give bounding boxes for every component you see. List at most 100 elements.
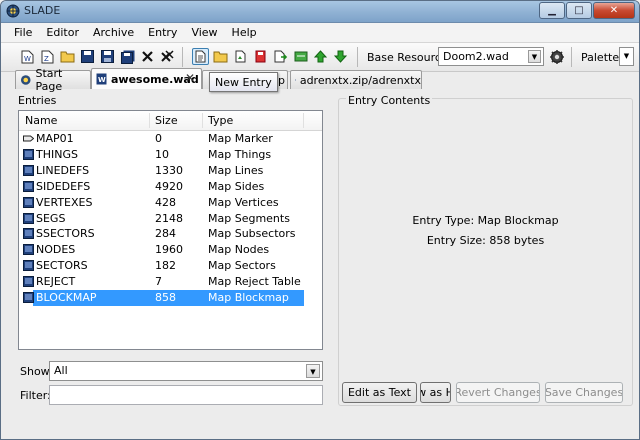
entry-row[interactable]: REJECT 7 Map Reject Table: [19, 274, 304, 290]
chevron-down-icon: ▼: [306, 364, 320, 378]
new-directory-button[interactable]: [212, 48, 229, 65]
arrow-up-icon: [314, 50, 327, 63]
tab-adrenxtx[interactable]: W adrenxtx.zip/adrenxtx: [290, 70, 422, 89]
menu-archive[interactable]: Archive: [87, 26, 142, 39]
palette-select[interactable]: ▼: [619, 47, 634, 66]
map-data-icon: [23, 228, 34, 240]
entry-type: Map Lines: [208, 163, 264, 177]
menu-help[interactable]: Help: [226, 26, 265, 39]
entry-size: 4920: [155, 179, 183, 193]
save-all-button[interactable]: [119, 48, 136, 65]
menu-entry[interactable]: Entry: [142, 26, 185, 39]
edit-as-text-button[interactable]: Edit as Text: [342, 382, 417, 403]
tab-start-page[interactable]: Start Page: [15, 67, 91, 93]
archive-tabs: Start Page W awesome.wad ✕ zip W adrenxt…: [1, 67, 639, 93]
view-as-hex-button[interactable]: w as H: [420, 382, 451, 403]
open-archive-button[interactable]: [59, 48, 76, 65]
entry-name: SEGS: [36, 211, 66, 225]
entry-row[interactable]: VERTEXES 428 Map Vertices: [19, 195, 304, 211]
map-data-icon: [23, 180, 34, 192]
filter-label: Filter:: [20, 389, 51, 402]
revert-changes-button[interactable]: Revert Changes: [456, 382, 540, 403]
entry-name: REJECT: [36, 275, 76, 289]
entries-list[interactable]: Name Size Type MAP01 0 Map Marker THINGS 10 M…: [18, 110, 323, 350]
import-icon: [235, 50, 246, 63]
import-files-button[interactable]: [232, 48, 249, 65]
entry-row[interactable]: MAP01 0 Map Marker: [19, 131, 304, 147]
entry-row[interactable]: NODES 1960 Map Nodes: [19, 242, 304, 258]
map-data-icon: [23, 148, 34, 160]
entry-contents-group-label: Entry Contents: [346, 94, 433, 107]
base-resource-settings-button[interactable]: [548, 48, 565, 65]
save-archive-button[interactable]: [79, 48, 96, 65]
menu-file[interactable]: File: [8, 26, 40, 39]
tab-awesome-wad[interactable]: W awesome.wad ✕: [91, 68, 202, 89]
svg-text:Z: Z: [44, 55, 49, 63]
window-title: SLADE: [24, 4, 61, 17]
entry-row[interactable]: SEGS 2148 Map Segments: [19, 211, 304, 227]
delete-red-icon: [255, 50, 266, 63]
map-data-icon: [23, 276, 34, 288]
column-type-header[interactable]: Type: [208, 114, 233, 127]
toolbar-separator: [182, 47, 183, 67]
save-as-button[interactable]: [99, 48, 116, 65]
new-wad-icon: W: [21, 50, 34, 63]
map-data-icon: [23, 164, 34, 176]
entry-row[interactable]: BLOCKMAP 858 Map Blockmap: [19, 290, 304, 306]
entry-row[interactable]: SSECTORS 284 Map Subsectors: [19, 226, 304, 242]
close-all-button[interactable]: [159, 48, 176, 65]
entry-type: Map Subsectors: [208, 227, 296, 241]
close-window-button[interactable]: ✕: [593, 2, 635, 19]
move-down-button[interactable]: [332, 48, 349, 65]
entry-size-text: Entry Size: 858 bytes: [426, 234, 545, 247]
maximize-button[interactable]: □: [566, 2, 592, 19]
entry-row[interactable]: THINGS 10 Map Things: [19, 147, 304, 163]
entry-type: Map Reject Table: [208, 275, 301, 289]
chevron-down-icon: ▼: [623, 52, 630, 60]
save-disk-icon: [81, 50, 94, 63]
map-data-icon: [23, 196, 34, 208]
minimize-button[interactable]: ▁: [539, 2, 565, 19]
entry-row[interactable]: LINEDEFS 1330 Map Lines: [19, 163, 304, 179]
new-zip-icon: Z: [41, 50, 54, 63]
export-entry-button[interactable]: [272, 48, 289, 65]
delete-entry-button[interactable]: [252, 48, 269, 65]
rename-green-icon: [294, 51, 307, 62]
new-archive-button[interactable]: W: [19, 48, 36, 65]
column-size-header[interactable]: Size: [155, 114, 178, 127]
menu-editor[interactable]: Editor: [40, 26, 87, 39]
rename-entry-button[interactable]: [292, 48, 309, 65]
entry-row[interactable]: SECTORS 182 Map Sectors: [19, 258, 304, 274]
close-archive-button[interactable]: [139, 48, 156, 65]
chevron-down-icon: ▼: [528, 50, 541, 63]
save-changes-button[interactable]: Save Changes: [545, 382, 623, 403]
new-entry-icon: [195, 50, 206, 63]
map-marker-icon: [23, 135, 34, 142]
entry-type: Map Blockmap: [208, 291, 289, 304]
close-tab-icon[interactable]: ✕: [185, 71, 195, 85]
entries-group-label: Entries: [18, 94, 57, 107]
new-folder-icon: [213, 51, 228, 63]
slade-app-icon: [6, 4, 20, 18]
entry-contents-frame: [338, 98, 633, 406]
show-filter-select[interactable]: All ▼: [49, 361, 323, 381]
move-up-button[interactable]: [312, 48, 329, 65]
entry-type: Map Sectors: [208, 259, 276, 273]
entry-size: 428: [155, 195, 176, 209]
close-x-icon: [142, 51, 153, 62]
entry-row[interactable]: SIDEDEFS 4920 Map Sides: [19, 179, 304, 195]
title-bar[interactable]: SLADE ▁ □ ✕: [1, 1, 639, 23]
entry-size: 7: [155, 275, 162, 289]
column-name-header[interactable]: Name: [25, 114, 57, 127]
svg-text:W: W: [98, 76, 106, 84]
entry-size: 1960: [155, 243, 183, 257]
new-entry-tooltip: New Entry: [209, 72, 278, 92]
filter-input[interactable]: [49, 385, 323, 405]
menu-view[interactable]: View: [185, 26, 225, 39]
tab-label: adrenxtx.zip/adrenxtx: [299, 73, 421, 87]
wad-file-icon: W: [295, 79, 296, 81]
new-zip-button[interactable]: Z: [39, 48, 56, 65]
show-filter-value: All: [54, 364, 68, 377]
base-resource-select[interactable]: Doom2.wad ▼: [438, 47, 544, 66]
new-entry-button[interactable]: [192, 48, 209, 65]
